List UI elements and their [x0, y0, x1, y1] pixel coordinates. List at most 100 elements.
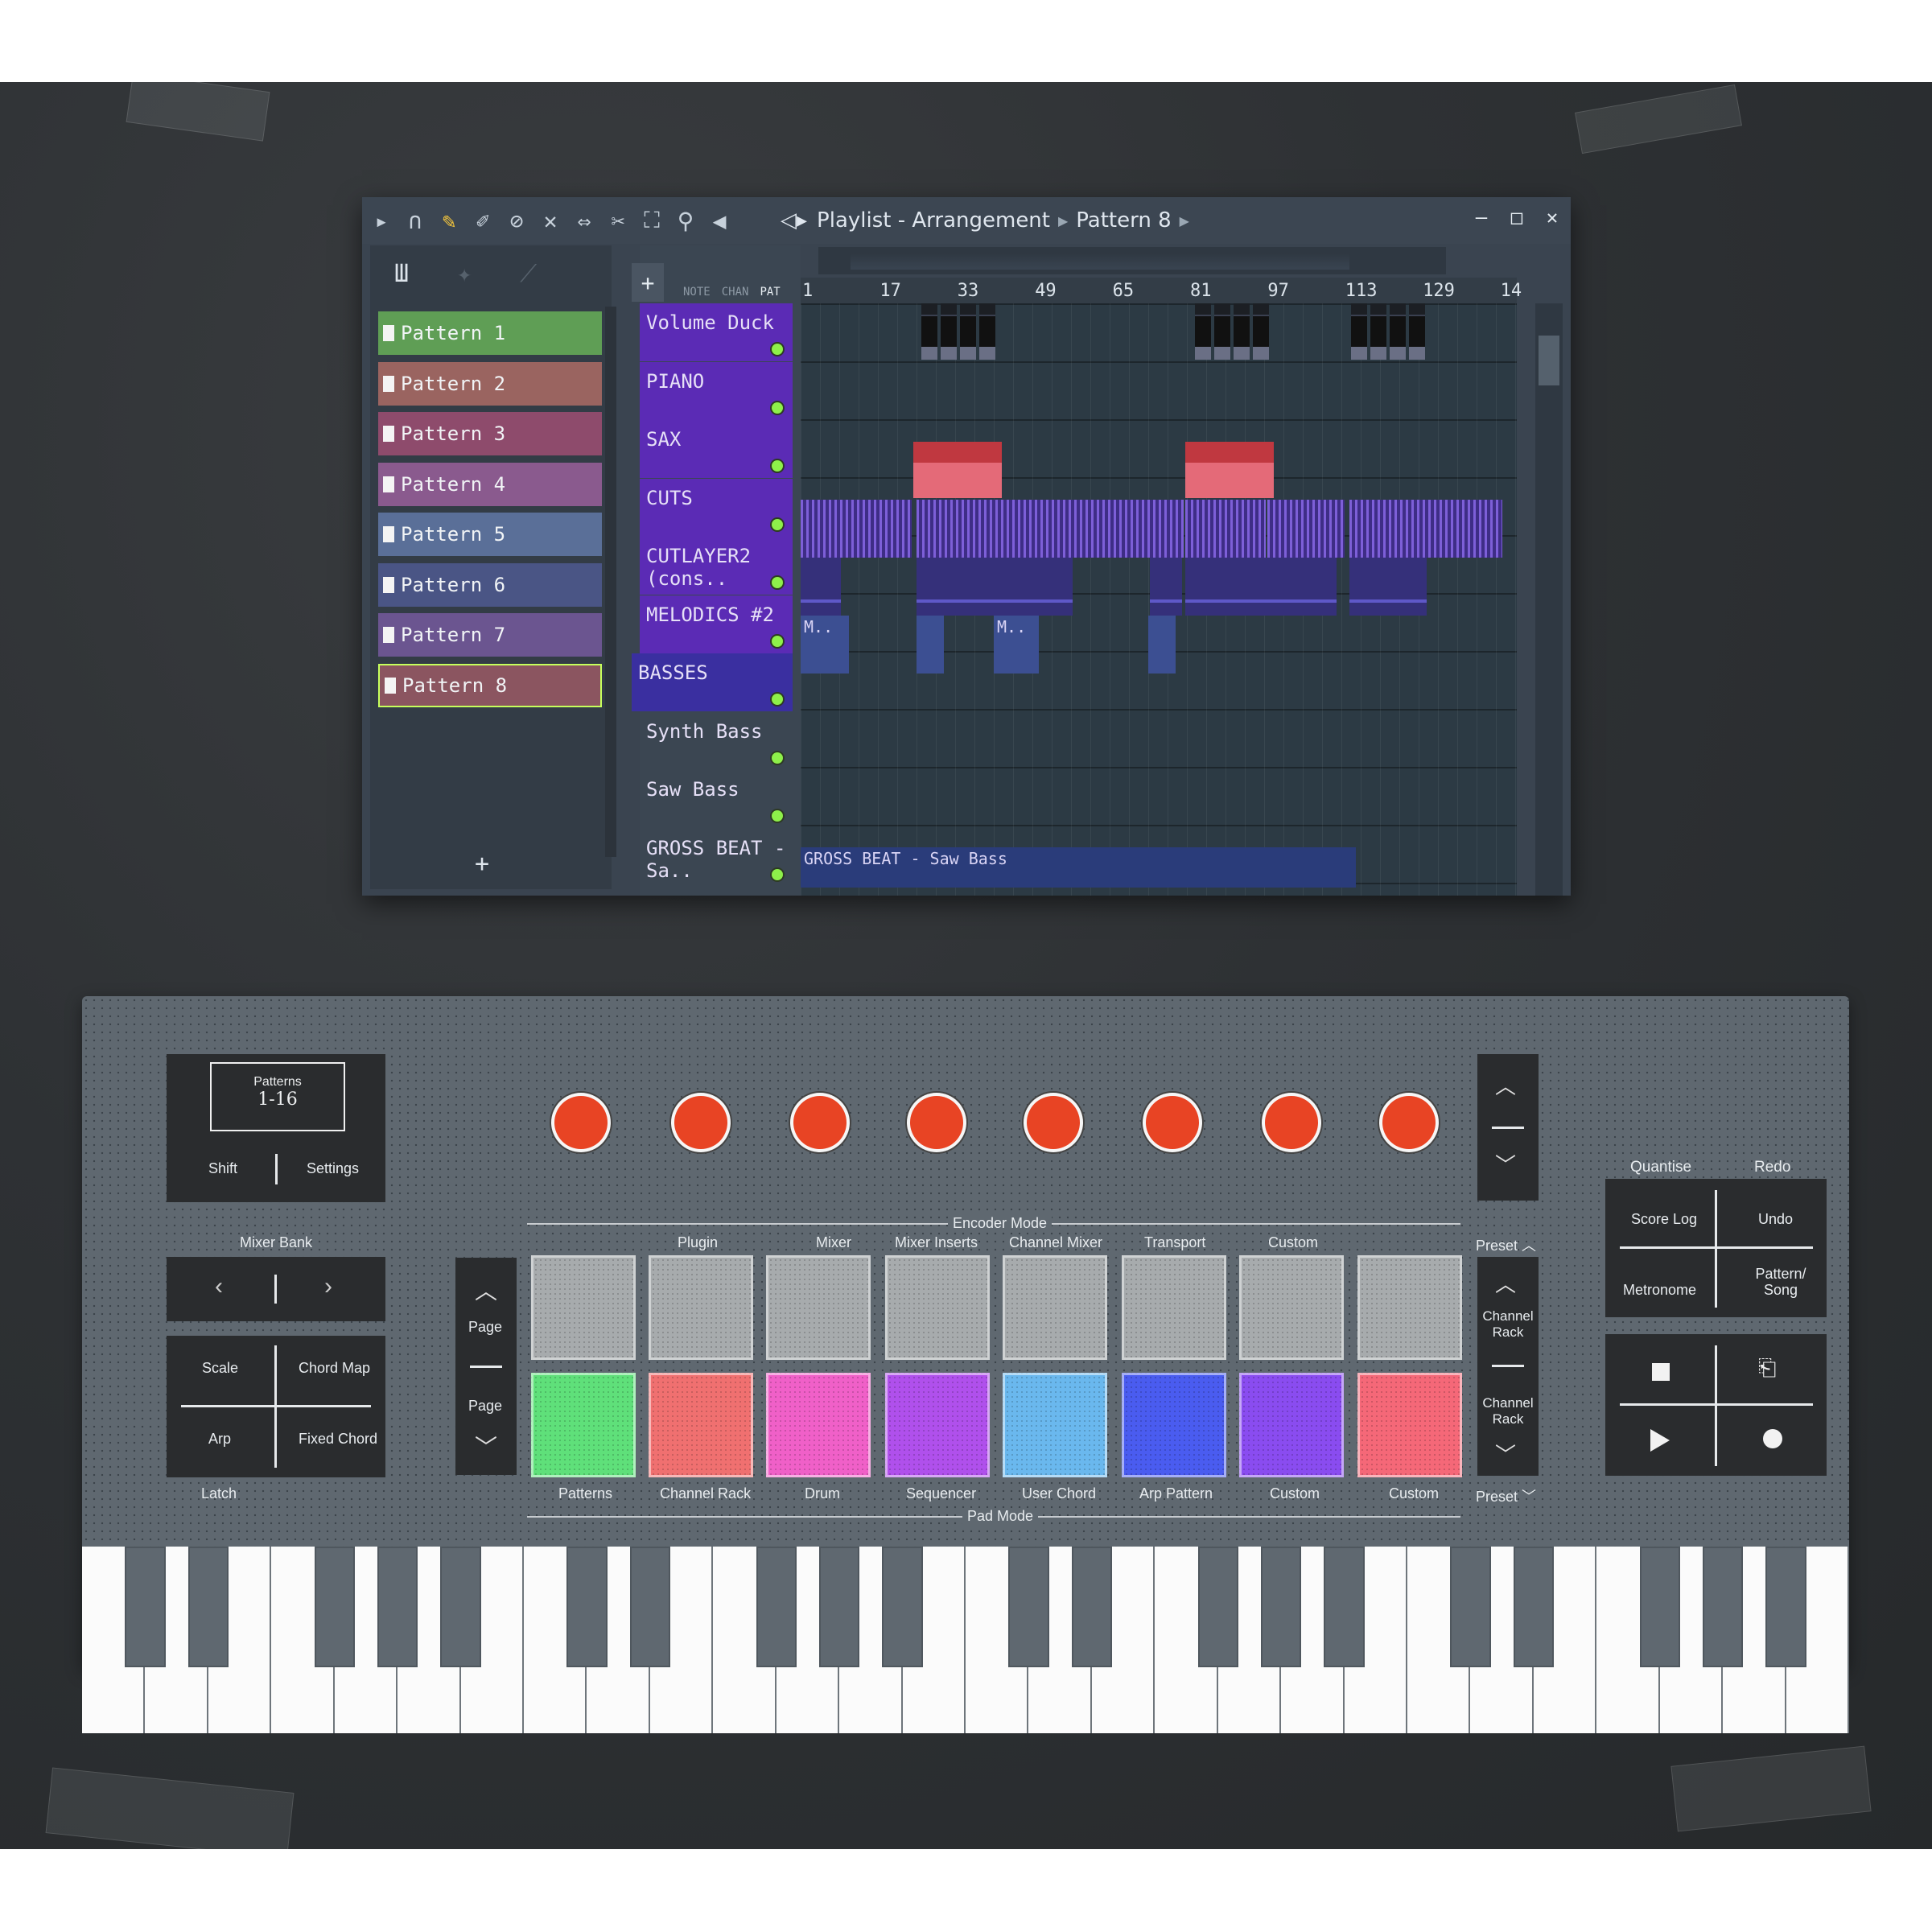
volume-duck-clip[interactable]: [1351, 303, 1367, 360]
scale-button[interactable]: Scale: [202, 1360, 238, 1377]
maximize-button[interactable]: □: [1505, 205, 1529, 229]
play-icon[interactable]: [1650, 1429, 1670, 1452]
metronome-button[interactable]: Metronome: [1623, 1282, 1696, 1299]
channel-rack-down-icon[interactable]: ﹀: [1495, 1439, 1516, 1469]
stop-icon[interactable]: [1652, 1363, 1670, 1381]
volume-duck-clip[interactable]: [1370, 303, 1386, 360]
cuts-clip[interactable]: [917, 500, 1184, 558]
bottom-pad[interactable]: [649, 1373, 753, 1477]
top-pad[interactable]: [1239, 1255, 1344, 1360]
melodic-automation-clip[interactable]: M..: [801, 616, 849, 674]
pattern-item[interactable]: Pattern 1: [378, 311, 602, 355]
encoder-knob[interactable]: [1146, 1096, 1199, 1149]
pattern-item[interactable]: Pattern 5: [378, 513, 602, 556]
shift-button[interactable]: Shift: [208, 1160, 237, 1177]
pattern-item[interactable]: Pattern 4: [378, 462, 602, 506]
cutlayer-clip[interactable]: [1150, 558, 1182, 616]
track-header[interactable]: SAX: [640, 420, 793, 478]
black-key[interactable]: [756, 1547, 797, 1667]
track-header[interactable]: CUTS: [640, 478, 793, 537]
volume-duck-clip[interactable]: [1195, 303, 1211, 360]
volume-duck-clip[interactable]: [979, 303, 995, 360]
channel-rack-up-icon[interactable]: ︿: [1495, 1268, 1516, 1298]
track-enable-led-icon[interactable]: [770, 459, 785, 473]
track-enable-led-icon[interactable]: [770, 633, 785, 649]
black-key[interactable]: [1703, 1547, 1744, 1667]
melodic-automation-clip[interactable]: [1148, 616, 1176, 674]
cutlayer-clip[interactable]: [801, 558, 841, 616]
delete-tool-icon[interactable]: ⊘: [502, 206, 531, 235]
track-header[interactable]: BASSES: [632, 653, 793, 711]
black-key[interactable]: [1450, 1547, 1491, 1667]
top-pad[interactable]: [885, 1255, 990, 1360]
track-enable-led-icon[interactable]: [770, 809, 785, 823]
bottom-pad[interactable]: [1003, 1373, 1107, 1477]
nav-down-icon[interactable]: ﹀: [1495, 1149, 1516, 1179]
volume-duck-clip[interactable]: [1214, 303, 1230, 360]
pattern-item[interactable]: Pattern 2: [378, 361, 602, 406]
playlist-grid[interactable]: M.. M.. GROSS BEAT - Saw Bass: [801, 303, 1517, 896]
chord-map-button[interactable]: Chord Map: [299, 1360, 370, 1377]
preset-down-label[interactable]: Preset ﹀: [1476, 1485, 1536, 1506]
cuts-clip[interactable]: [1349, 500, 1502, 558]
cuts-clip[interactable]: [1267, 500, 1345, 558]
bottom-pad[interactable]: [1122, 1373, 1226, 1477]
encoder-knob[interactable]: [1265, 1096, 1318, 1149]
slice-tool-icon[interactable]: ✂: [603, 206, 632, 235]
black-key[interactable]: [1071, 1547, 1112, 1667]
black-key[interactable]: [1639, 1547, 1680, 1667]
bottom-pad[interactable]: [766, 1373, 871, 1477]
top-pad[interactable]: [1122, 1255, 1226, 1360]
black-key[interactable]: [187, 1547, 229, 1667]
black-key[interactable]: [1765, 1547, 1806, 1667]
pat-mode-button[interactable]: PAT: [760, 286, 780, 299]
undo-button[interactable]: Undo: [1758, 1211, 1793, 1228]
encoder-knob[interactable]: [1382, 1096, 1436, 1149]
zoom-tool-icon[interactable]: ⚲: [671, 206, 700, 235]
nav-up-icon[interactable]: ︿: [1495, 1070, 1516, 1100]
track-header[interactable]: CUTLAYER2 (cons..: [640, 537, 793, 595]
cutlayer-clip[interactable]: [1349, 558, 1427, 616]
speaker-icon[interactable]: ◁▸: [781, 208, 807, 233]
bottom-pad[interactable]: [885, 1373, 990, 1477]
pattern-item[interactable]: Pattern 8: [378, 663, 602, 707]
track-enable-led-icon[interactable]: [770, 400, 785, 415]
black-key[interactable]: [440, 1547, 481, 1667]
top-pad[interactable]: [766, 1255, 871, 1360]
playback-tool-icon[interactable]: ◀: [705, 206, 734, 235]
scroll-thumb[interactable]: [1539, 336, 1559, 385]
settings-button[interactable]: Settings: [307, 1160, 359, 1177]
track-enable-led-icon[interactable]: [770, 692, 785, 706]
loop-icon[interactable]: ⎗: [1758, 1355, 1776, 1382]
encoder-knob[interactable]: [674, 1096, 727, 1149]
encoder-knob[interactable]: [793, 1096, 847, 1149]
record-icon[interactable]: [1763, 1429, 1782, 1448]
page-down-icon[interactable]: ﹀: [475, 1430, 497, 1462]
note-mode-button[interactable]: NOTE: [683, 286, 711, 299]
bottom-pad[interactable]: [1357, 1373, 1462, 1477]
vertical-scrollbar[interactable]: [1535, 303, 1563, 896]
pattern-item[interactable]: Pattern 3: [378, 412, 602, 455]
current-pattern[interactable]: Pattern 8: [1076, 208, 1171, 233]
encoder-knob[interactable]: [1027, 1096, 1080, 1149]
top-pad[interactable]: [531, 1255, 636, 1360]
cutlayer-clip[interactable]: [917, 558, 1073, 616]
black-key[interactable]: [1197, 1547, 1238, 1667]
cuts-clip[interactable]: [801, 500, 912, 558]
breadcrumb-arrow-icon[interactable]: ▶: [1180, 213, 1189, 229]
track-header[interactable]: Volume Duck: [640, 303, 793, 361]
top-pad[interactable]: [1003, 1255, 1107, 1360]
picker-scrollbar[interactable]: [605, 307, 616, 857]
pattern-item[interactable]: Pattern 6: [378, 562, 602, 607]
top-pad[interactable]: [1357, 1255, 1462, 1360]
track-enable-led-icon[interactable]: [770, 517, 785, 532]
cuts-clip[interactable]: [1185, 500, 1266, 558]
volume-duck-clip[interactable]: [921, 303, 937, 360]
volume-duck-clip[interactable]: [1253, 303, 1269, 360]
magnet-icon[interactable]: ∩: [401, 206, 430, 235]
encoder-knob[interactable]: [554, 1096, 608, 1149]
automation-view-icon[interactable]: ⟋: [520, 260, 537, 288]
black-key[interactable]: [882, 1547, 923, 1667]
track-header[interactable]: PIANO: [640, 361, 793, 420]
chan-mode-button[interactable]: CHAN: [722, 286, 749, 299]
